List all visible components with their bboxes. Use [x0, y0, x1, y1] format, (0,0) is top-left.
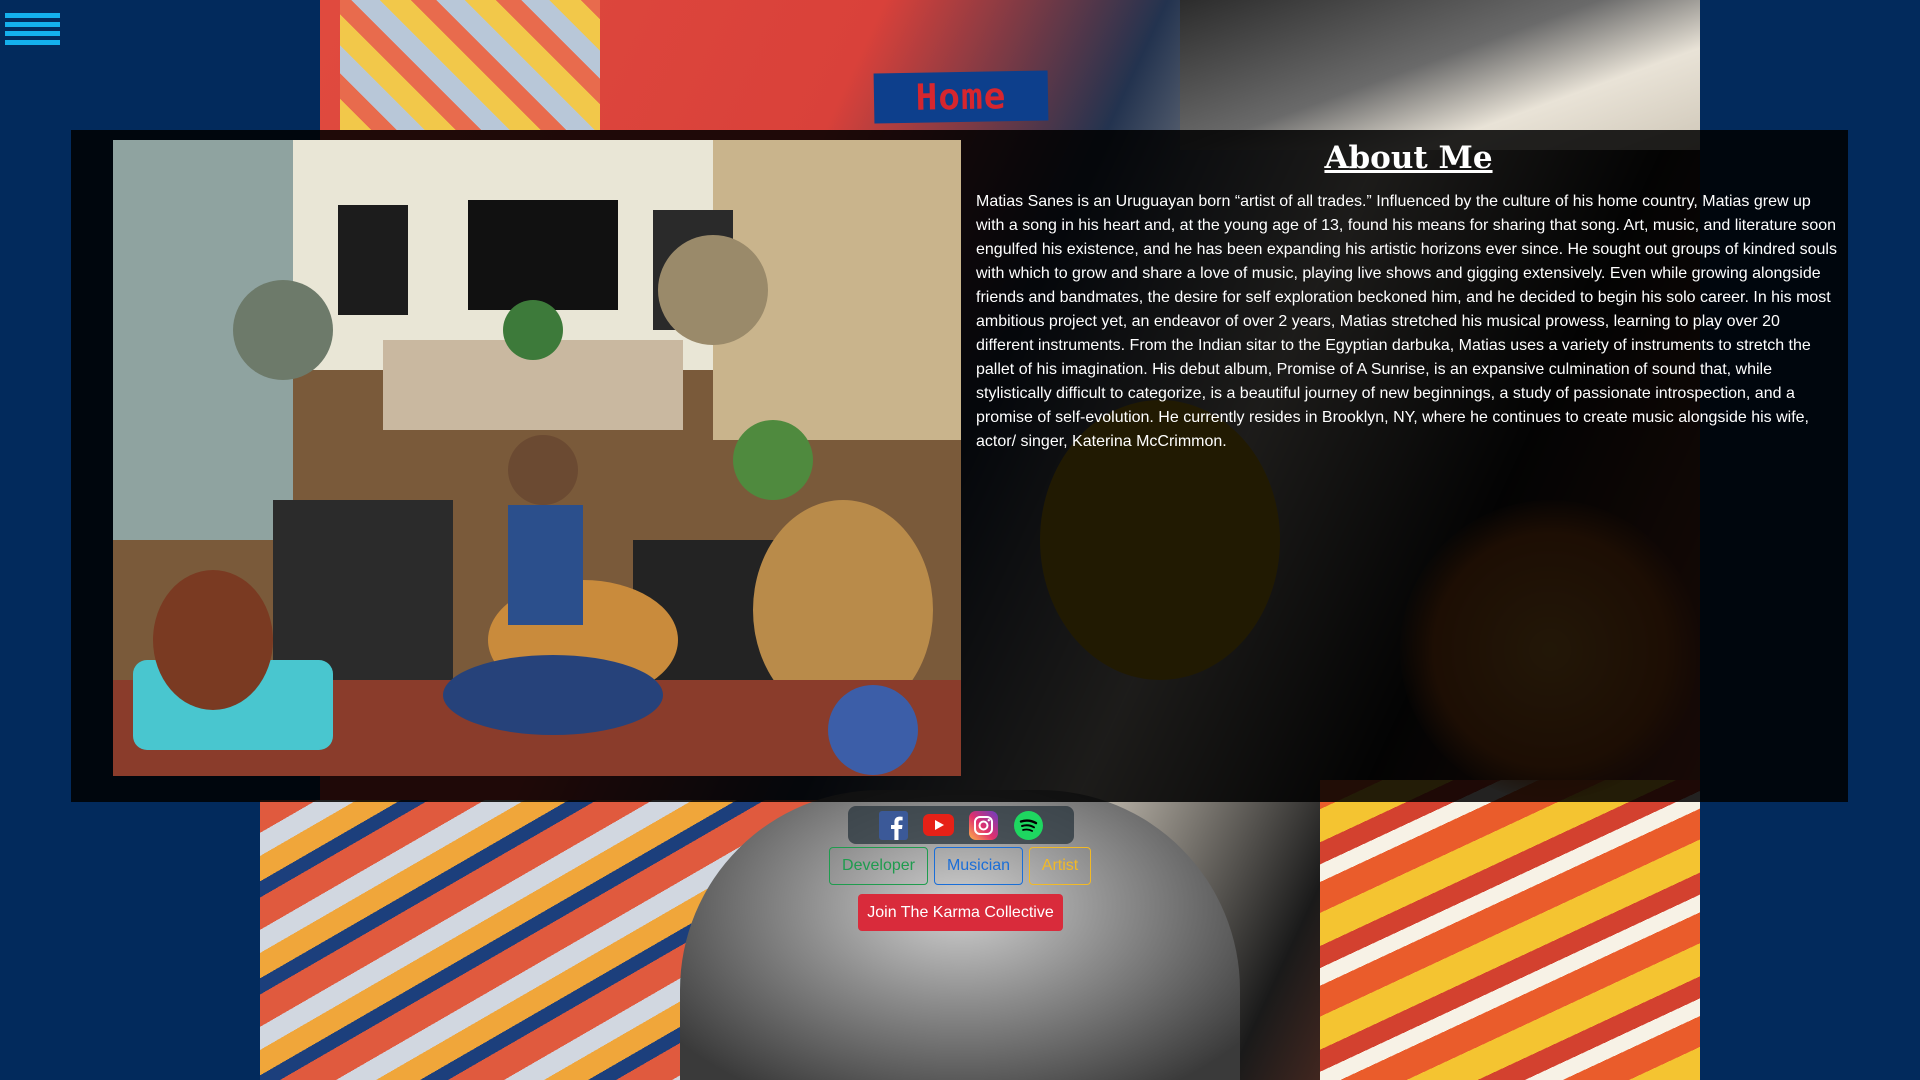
- studio-photo: [113, 140, 961, 776]
- musician-button[interactable]: Musician: [934, 847, 1023, 885]
- spotify-icon[interactable]: [1013, 810, 1044, 841]
- about-section: About Me Matias Sanes is an Uruguayan bo…: [976, 140, 1841, 454]
- about-heading: About Me: [1324, 140, 1493, 176]
- hamburger-menu-icon[interactable]: [5, 13, 60, 45]
- social-links: [848, 806, 1074, 844]
- instagram-icon[interactable]: [968, 810, 999, 841]
- about-bio: Matias Sanes is an Uruguayan born “artis…: [976, 193, 1837, 450]
- studio-photo-illustration: [113, 140, 961, 776]
- youtube-icon[interactable]: [923, 810, 954, 841]
- page-title-banner: Home: [873, 70, 1049, 124]
- role-buttons: Developer Musician Artist: [829, 847, 1091, 885]
- join-karma-collective-button[interactable]: Join The Karma Collective: [858, 894, 1063, 931]
- page-title: Home: [915, 75, 1007, 119]
- facebook-icon[interactable]: [878, 810, 909, 841]
- developer-button[interactable]: Developer: [829, 847, 928, 885]
- artist-button[interactable]: Artist: [1029, 847, 1091, 885]
- about-card: About Me Matias Sanes is an Uruguayan bo…: [71, 130, 1848, 802]
